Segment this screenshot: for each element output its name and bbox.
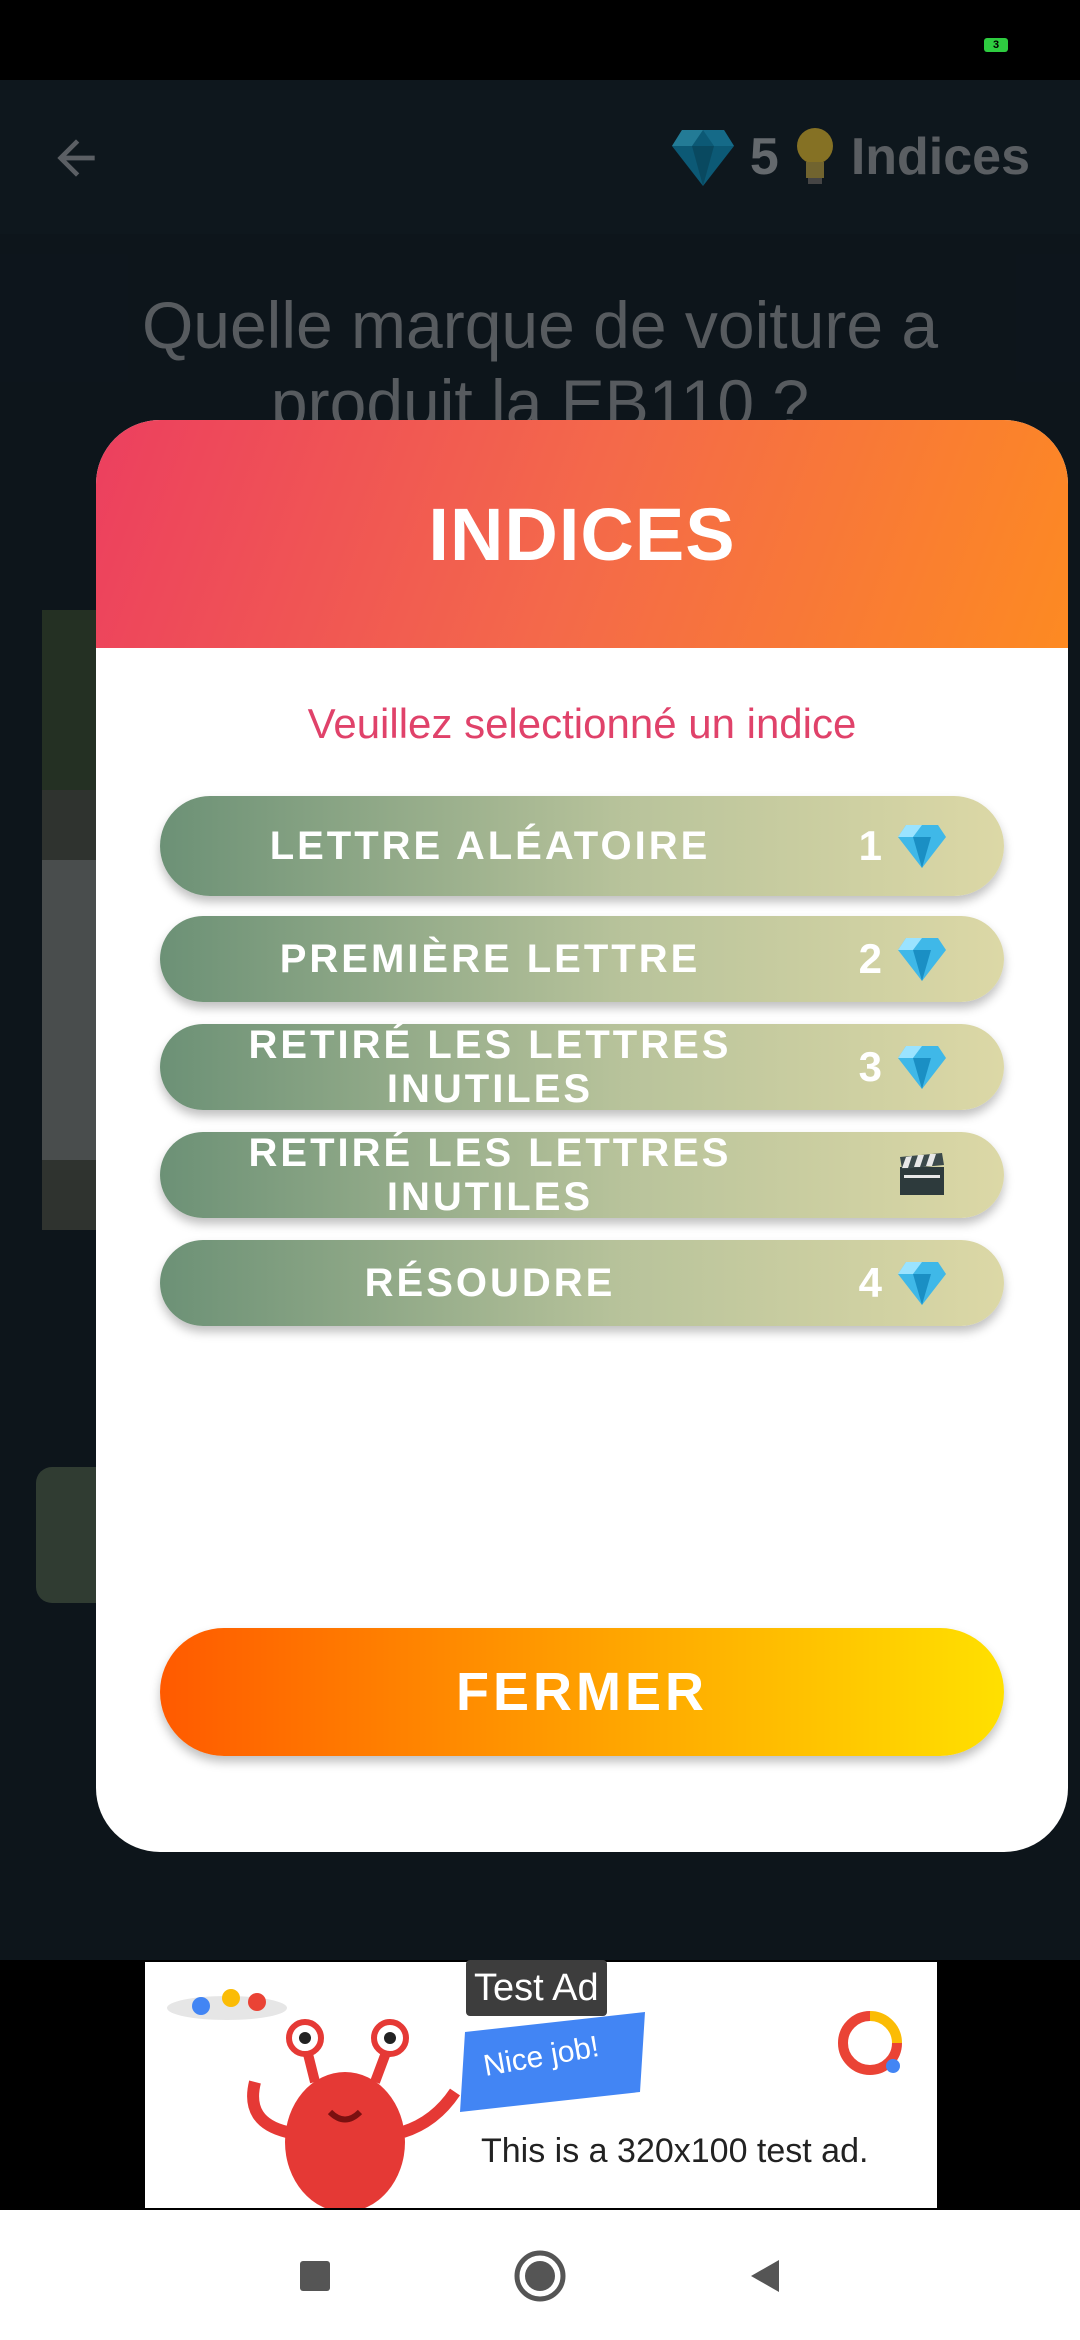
clapperboard-icon — [900, 1153, 944, 1195]
hint-option-first-letter[interactable]: PREMIÈRE LETTRE 2 — [160, 916, 1004, 1002]
hint-option-random-letter[interactable]: LETTRE ALÉATOIRE 1 — [160, 796, 1004, 896]
monster-illustration — [167, 1989, 460, 2208]
cost-value: 2 — [858, 935, 882, 982]
hint-option-label: RÉSOUDRE — [364, 1261, 616, 1305]
diamond-icon — [898, 1046, 946, 1089]
hint-option-cost — [882, 1151, 948, 1199]
dialog-title: INDICES — [428, 492, 736, 576]
triangle-back-icon — [751, 2260, 779, 2292]
hint-option-remove-letters[interactable]: RETIRÉ LES LETTRES INUTILES 3 — [160, 1023, 1004, 1111]
hint-option-cost: 2 — [859, 935, 948, 983]
dialog-header: INDICES — [96, 420, 1068, 648]
square-icon — [300, 2261, 330, 2291]
hint-option-label: LETTRE ALÉATOIRE — [269, 824, 711, 868]
screen: 3 5 Indices Quelle marque de voiture a p… — [0, 0, 1080, 2340]
hint-option-label: RETIRÉ LES LETTRES INUTILES — [248, 1131, 732, 1219]
back-button[interactable] — [735, 2246, 795, 2306]
ad-text: This is a 320x100 test ad. — [481, 2132, 869, 2170]
cost-value: 3 — [858, 1043, 882, 1090]
hint-option-remove-letters-video[interactable]: RETIRÉ LES LETTRES INUTILES — [160, 1131, 1004, 1219]
diamond-icon — [898, 1262, 946, 1305]
system-nav-bar — [0, 2210, 1080, 2340]
hint-option-cost: 4 — [859, 1259, 948, 1307]
diamond-icon — [898, 825, 946, 868]
status-bar: 3 — [0, 0, 1080, 80]
hints-dialog: INDICES Veuillez selectionné un indice L… — [96, 420, 1068, 1852]
ad-logo-icon — [838, 2011, 902, 2075]
cost-value: 1 — [858, 822, 882, 869]
recents-button[interactable] — [285, 2246, 345, 2306]
home-button[interactable] — [510, 2246, 570, 2306]
battery-icon: 3 — [984, 38, 1008, 52]
hint-option-label: PREMIÈRE LETTRE — [279, 937, 701, 981]
test-ad-tag: Test Ad — [466, 1960, 607, 2016]
cost-value: 4 — [858, 1259, 882, 1306]
hint-option-cost: 1 — [859, 822, 948, 870]
ad-area: Nice job! This is a 320x100 test ad. Tes… — [0, 1960, 1080, 2210]
dialog-subtitle: Veuillez selectionné un indice — [307, 700, 857, 747]
close-button[interactable]: FERMER — [160, 1628, 1004, 1756]
circle-icon — [514, 2250, 566, 2302]
hint-option-label: RETIRÉ LES LETTRES INUTILES — [248, 1023, 732, 1111]
diamond-icon — [898, 938, 946, 981]
hint-option-solve[interactable]: RÉSOUDRE 4 — [160, 1240, 1004, 1326]
hint-option-cost: 3 — [859, 1043, 948, 1091]
